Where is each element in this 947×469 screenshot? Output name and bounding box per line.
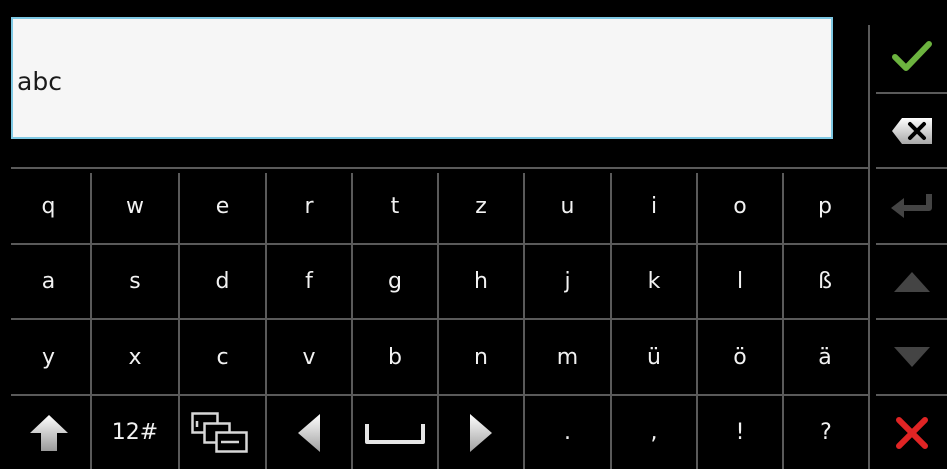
key-n[interactable]: n <box>439 320 523 394</box>
backspace-icon <box>891 117 933 145</box>
key-z[interactable]: z <box>439 169 523 243</box>
key-f[interactable]: f <box>267 245 351 318</box>
key-comma[interactable]: , <box>612 396 696 469</box>
key-o[interactable]: o <box>698 169 782 243</box>
key-label: x <box>128 344 142 370</box>
space-icon <box>365 422 425 444</box>
numeric-toggle-key[interactable]: 12# <box>92 396 178 469</box>
checkmark-icon <box>891 40 932 72</box>
key-e[interactable]: e <box>180 169 265 243</box>
space-key[interactable] <box>353 396 437 469</box>
grid-line <box>868 25 870 469</box>
key-label: z <box>475 193 487 219</box>
key-q[interactable]: q <box>7 169 90 243</box>
key-u[interactable]: u <box>525 169 610 243</box>
key-label: ü <box>647 344 661 370</box>
close-icon <box>895 416 929 450</box>
key-label: r <box>304 193 314 219</box>
key-dot-label: . <box>564 420 571 445</box>
arrow-down-icon <box>893 346 931 368</box>
key-label: g <box>388 269 402 294</box>
key-c[interactable]: c <box>180 320 265 394</box>
key-p[interactable]: p <box>784 169 866 243</box>
scroll-up-button[interactable] <box>876 245 947 318</box>
arrow-right-icon <box>468 413 494 453</box>
shift-icon <box>29 414 69 452</box>
key-t[interactable]: t <box>353 169 437 243</box>
enter-icon <box>889 190 935 222</box>
key-d[interactable]: d <box>180 245 265 318</box>
key-ä[interactable]: ä <box>784 320 866 394</box>
shift-key[interactable] <box>7 396 90 469</box>
key-s[interactable]: s <box>92 245 178 318</box>
key-label: v <box>302 344 316 370</box>
scroll-down-button[interactable] <box>876 320 947 394</box>
key-label: d <box>215 269 230 294</box>
key-label: y <box>41 344 56 370</box>
key-exclaim[interactable]: ! <box>698 396 782 469</box>
on-screen-keyboard: abc q w e r t z u i o p a s d f g h j k l ß y x c v b n m ü ö ä 12# .… <box>0 0 947 469</box>
key-label: q <box>41 193 56 219</box>
key-label: i <box>650 193 658 219</box>
numeric-toggle-label: 12# <box>111 420 159 445</box>
key-label: k <box>647 269 661 294</box>
key-label: ä <box>818 344 832 370</box>
confirm-button[interactable] <box>876 20 947 92</box>
key-question-label: ? <box>820 420 832 445</box>
key-label: j <box>564 269 571 294</box>
key-comma-label: , <box>650 420 658 445</box>
key-label: ß <box>818 269 832 294</box>
key-v[interactable]: v <box>267 320 351 394</box>
key-label: t <box>390 193 400 219</box>
key-ß[interactable]: ß <box>784 245 866 318</box>
layout-switch-key[interactable] <box>180 396 265 469</box>
text-input-value: abc <box>17 67 62 96</box>
key-label: p <box>818 193 832 219</box>
key-b[interactable]: b <box>353 320 437 394</box>
cancel-button[interactable] <box>876 396 947 469</box>
key-label: a <box>41 269 56 294</box>
layout-switch-icon <box>190 411 255 454</box>
key-label: s <box>129 269 141 294</box>
key-a[interactable]: a <box>7 245 90 318</box>
key-w[interactable]: w <box>92 169 178 243</box>
cursor-right-key[interactable] <box>439 396 523 469</box>
key-label: h <box>474 269 488 294</box>
key-y[interactable]: y <box>7 320 90 394</box>
enter-button[interactable] <box>876 169 947 243</box>
key-label: ö <box>733 344 747 370</box>
key-label: w <box>126 193 144 219</box>
key-exclaim-label: ! <box>735 420 745 445</box>
key-j[interactable]: j <box>525 245 610 318</box>
key-label: b <box>388 344 402 370</box>
key-label: l <box>736 269 744 294</box>
key-label: c <box>216 344 229 370</box>
key-dot[interactable]: . <box>525 396 610 469</box>
key-question[interactable]: ? <box>784 396 868 469</box>
key-label: o <box>733 193 747 219</box>
backspace-button[interactable] <box>876 94 947 167</box>
cursor-left-key[interactable] <box>267 396 351 469</box>
key-k[interactable]: k <box>612 245 696 318</box>
key-label: n <box>474 344 488 370</box>
key-l[interactable]: l <box>698 245 782 318</box>
key-h[interactable]: h <box>439 245 523 318</box>
arrow-left-icon <box>296 413 322 453</box>
key-ü[interactable]: ü <box>612 320 696 394</box>
key-label: u <box>560 193 575 219</box>
key-label: e <box>215 193 230 219</box>
text-input[interactable]: abc <box>11 17 833 139</box>
key-r[interactable]: r <box>267 169 351 243</box>
key-label: f <box>305 269 313 294</box>
key-m[interactable]: m <box>525 320 610 394</box>
key-g[interactable]: g <box>353 245 437 318</box>
key-i[interactable]: i <box>612 169 696 243</box>
arrow-up-icon <box>893 271 931 293</box>
key-label: m <box>556 344 579 370</box>
key-ö[interactable]: ö <box>698 320 782 394</box>
key-x[interactable]: x <box>92 320 178 394</box>
